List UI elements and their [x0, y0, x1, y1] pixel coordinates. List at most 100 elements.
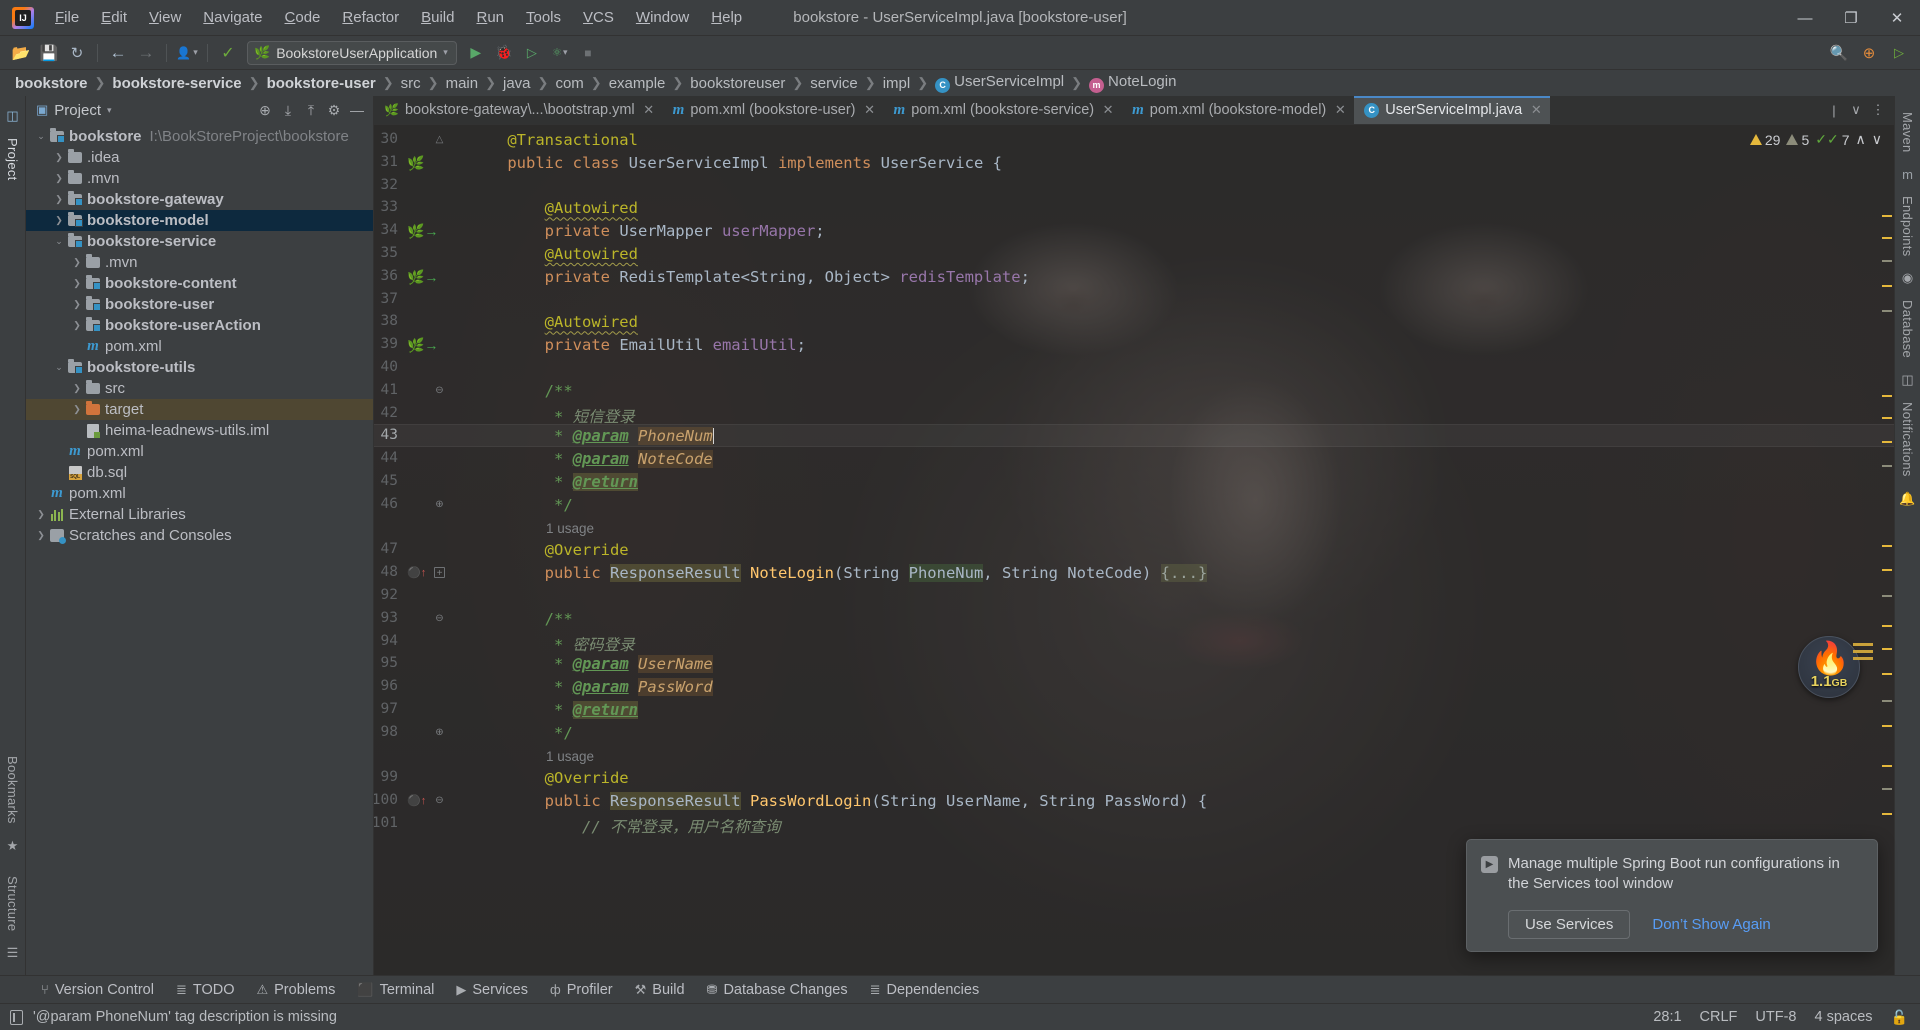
collapse-all-icon[interactable]: ⤒	[301, 100, 321, 120]
indent-setting[interactable]: 4 spaces	[1815, 1009, 1873, 1025]
breadcrumb-item-service[interactable]: service	[807, 74, 861, 93]
code-line[interactable]: */	[470, 724, 573, 742]
chevron-right-icon[interactable]: ❯	[70, 299, 84, 310]
tree-node--mvn[interactable]: ❯ .mvn	[26, 252, 373, 273]
tree-node-bookstore-useraction[interactable]: ❯ bookstore-userAction	[26, 315, 373, 336]
chevron-right-icon[interactable]: ❯	[70, 278, 84, 289]
breadcrumb-item-bookstoreuser[interactable]: bookstoreuser	[687, 74, 788, 93]
profiler-button[interactable]: ⚛ ▾	[547, 41, 573, 65]
problem-marker[interactable]	[1882, 237, 1892, 239]
profile-icon[interactable]: 👤 ▾	[174, 41, 200, 65]
menu-item-tools[interactable]: Tools	[515, 3, 572, 32]
problem-marker[interactable]	[1882, 569, 1892, 571]
code-line[interactable]: public ResponseResult PassWordLogin(Stri…	[470, 792, 1207, 811]
search-everywhere-icon[interactable]: 🔍	[1826, 41, 1852, 65]
code-line[interactable]: // 不常登录，用户名称查询	[470, 815, 781, 837]
menu-item-view[interactable]: View	[138, 3, 192, 32]
tool-window-database-changes[interactable]: ⛃ Database Changes	[696, 979, 859, 1001]
chevron-right-icon[interactable]: ❯	[34, 530, 48, 541]
split-icon[interactable]: |	[1824, 100, 1844, 120]
rail-item-bookmarks[interactable]: Bookmarks	[5, 748, 20, 832]
editor-tab-bar[interactable]: 🌿 bookstore-gateway\...\bootstrap.yml ✕ m po…	[374, 96, 1894, 125]
checks-count[interactable]: ✓✓ 7	[1815, 131, 1849, 148]
project-panel-icon[interactable]: ◫	[6, 108, 18, 124]
breadcrumb-item-bookstore-user[interactable]: bookstore-user	[264, 74, 379, 93]
close-tab-icon[interactable]: ✕	[641, 102, 657, 118]
navigate-back-icon[interactable]: ←	[105, 41, 131, 65]
tree-node-src[interactable]: ❯ src	[26, 378, 373, 399]
problem-marker[interactable]	[1882, 765, 1892, 767]
unlock-icon[interactable]: 🔓	[1891, 1009, 1908, 1026]
menu-item-help[interactable]: Help	[700, 3, 753, 32]
tree-node-bookstore-service[interactable]: ⌄ bookstore-service	[26, 231, 373, 252]
tree-node-bookstore-content[interactable]: ❯ bookstore-content	[26, 273, 373, 294]
menu-item-file[interactable]: File	[44, 3, 90, 32]
tree-node-bookstore-gateway[interactable]: ❯ bookstore-gateway	[26, 189, 373, 210]
chevron-right-icon[interactable]: ❯	[52, 194, 66, 205]
debug-button[interactable]: 🐞	[491, 41, 517, 65]
editor-tab-bookstore-gateway-----bootstrap-yml[interactable]: 🌿 bookstore-gateway\...\bootstrap.yml ✕	[374, 96, 663, 124]
caret-position[interactable]: 28:1	[1653, 1009, 1681, 1025]
tool-window-problems[interactable]: ⚠ Problems	[245, 979, 346, 1001]
tree-node--idea[interactable]: ❯ .idea	[26, 147, 373, 168]
fold-handle[interactable]: ⊖	[434, 613, 445, 624]
file-encoding[interactable]: UTF-8	[1755, 1009, 1796, 1025]
tree-node-bookstore-user[interactable]: ❯ bookstore-user	[26, 294, 373, 315]
tree-node-bookstore[interactable]: ⌄ bookstore I:\BookStoreProject\bookstore	[26, 126, 373, 147]
save-all-icon[interactable]: 💾	[36, 41, 62, 65]
chevron-down-icon[interactable]: ⌄	[52, 362, 66, 373]
run-configuration-selector[interactable]: 🌿 BookstoreUserApplication ▾	[247, 40, 457, 65]
tree-node-bookstore-utils[interactable]: ⌄ bookstore-utils	[26, 357, 373, 378]
tool-window-dependencies[interactable]: ≣ Dependencies	[859, 979, 991, 1001]
rail-item-endpoints[interactable]: Endpoints	[1900, 188, 1915, 265]
fold-handle[interactable]: +	[434, 567, 445, 579]
code-line[interactable]: private RedisTemplate<String, Object> re…	[470, 268, 1030, 286]
code-line[interactable]: * @param PassWord	[470, 678, 713, 697]
breadcrumb-item-userserviceimpl[interactable]: C UserServiceImpl	[932, 72, 1067, 94]
gutter-marker-bean-arrow[interactable]: 🌿→	[407, 337, 438, 354]
close-button[interactable]: ✕	[1874, 0, 1920, 36]
project-tree[interactable]: ⌄ bookstore I:\BookStoreProject\bookstore ❯…	[26, 124, 373, 975]
problem-marker[interactable]	[1882, 310, 1892, 312]
stop-button[interactable]: ■	[575, 41, 601, 65]
memory-indicator[interactable]: 🔥 1.1GB	[1798, 636, 1873, 698]
weak-warning-count[interactable]: 5	[1786, 132, 1809, 148]
navigate-forward-icon[interactable]: →	[133, 41, 159, 65]
inspections-widget[interactable]: 29 5 ✓✓ 7 ∧ ∨	[1746, 129, 1886, 150]
editor-tab-pom-xml--bookstore-service-[interactable]: m pom.xml (bookstore-service) ✕	[884, 96, 1123, 124]
breadcrumb-item-java[interactable]: java	[500, 74, 534, 93]
gutter-marker-override[interactable]: ⚫↑	[407, 793, 426, 807]
chevron-right-icon[interactable]: ❯	[70, 320, 84, 331]
code-line[interactable]: @Transactional	[470, 131, 638, 149]
breadcrumb-item-example[interactable]: example	[606, 74, 669, 93]
build-project-icon[interactable]: ✓	[215, 41, 241, 65]
problem-marker[interactable]	[1882, 417, 1892, 419]
gear-icon[interactable]: ⚙	[324, 100, 344, 120]
chevron-right-icon[interactable]: ❯	[70, 383, 84, 394]
tree-node-heima-leadnews-utils-iml[interactable]: · heima-leadnews-utils.iml	[26, 420, 373, 441]
problem-marker[interactable]	[1882, 260, 1892, 262]
editor-gutter[interactable]: 30 △ 31 🌿 32 33 34 🌿→ 35 36 🌿→ 37 38 39 🌿→ 40 41 ⊖ 42 43 44 4…	[374, 125, 452, 975]
menu-item-refactor[interactable]: Refactor	[331, 3, 410, 32]
tool-window-version-control[interactable]: ⑂ Version Control	[30, 979, 165, 1001]
tree-node-pom-xml[interactable]: ·m pom.xml	[26, 483, 373, 504]
rail-item-notifications[interactable]: Notifications	[1900, 394, 1915, 485]
problem-marker[interactable]	[1882, 441, 1892, 443]
editor-tab-userserviceimpl-java[interactable]: C UserServiceImpl.java ✕	[1354, 96, 1551, 124]
run-button[interactable]: ▶	[463, 41, 489, 65]
chevron-down-icon[interactable]: ▾	[107, 105, 112, 116]
chevron-right-icon[interactable]: ❯	[52, 152, 66, 163]
code-line[interactable]: * @return	[470, 701, 638, 719]
rail-item-maven[interactable]: Maven	[1900, 104, 1915, 161]
code-line[interactable]: private EmailUtil emailUtil;	[470, 336, 806, 354]
chevron-right-icon[interactable]: ❯	[70, 404, 84, 415]
line-separator[interactable]: CRLF	[1700, 1009, 1738, 1025]
sync-icon[interactable]: ↻	[64, 41, 90, 65]
code-line[interactable]: * @param PhoneNum	[470, 427, 715, 446]
gutter-marker-bean-arrow[interactable]: 🌿→	[407, 269, 438, 286]
menu-item-navigate[interactable]: Navigate	[192, 3, 273, 32]
updates-icon[interactable]: ⊕	[1856, 41, 1882, 65]
problem-marker[interactable]	[1882, 595, 1892, 597]
code-line[interactable]: /**	[470, 382, 573, 400]
ide-services-icon[interactable]: ▷	[1886, 41, 1912, 65]
